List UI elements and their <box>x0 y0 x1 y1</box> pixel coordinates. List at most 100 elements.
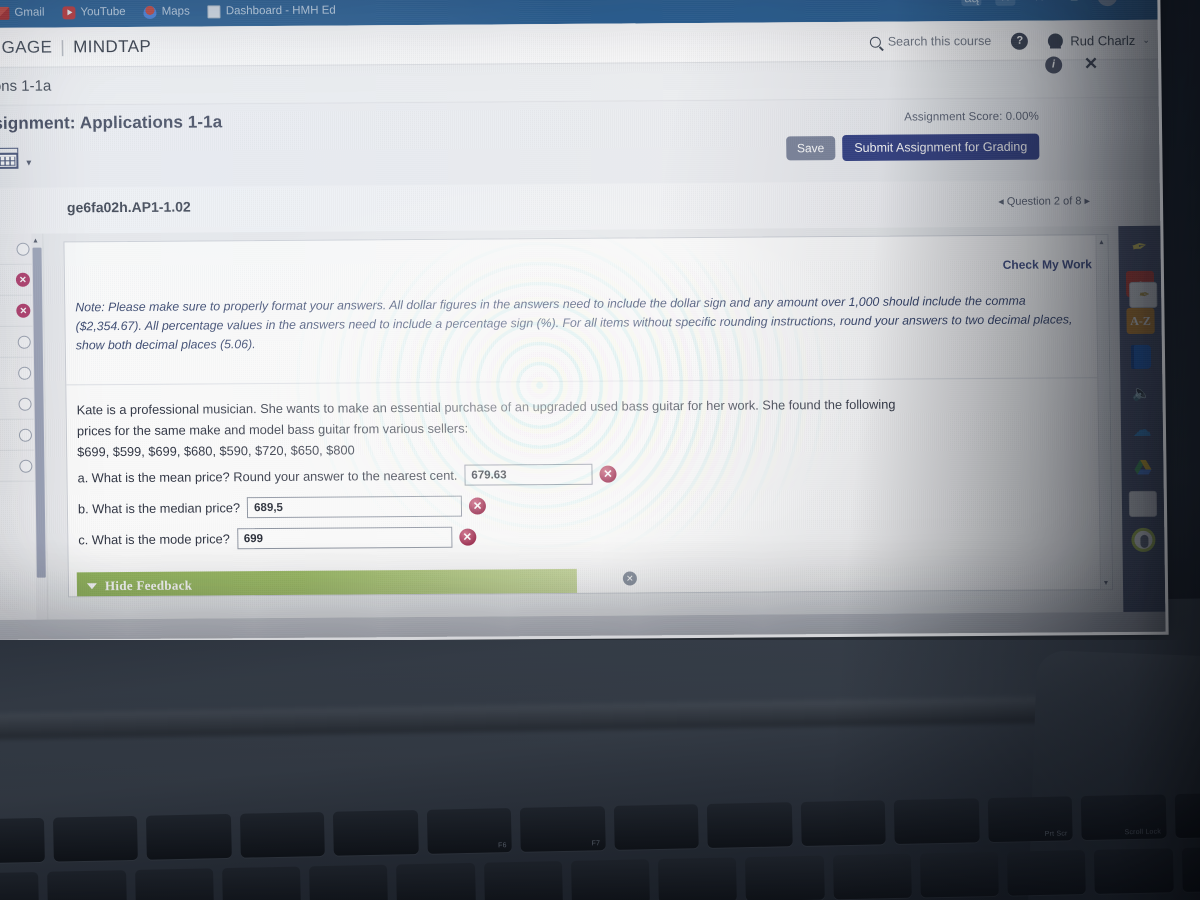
panel-controls: i ✕ <box>1044 54 1099 74</box>
hide-feedback-label: Hide Feedback <box>104 577 193 593</box>
answer-input[interactable]: 679.63 <box>464 463 593 486</box>
check-my-work-link[interactable]: Check My Work <box>1003 257 1092 272</box>
keyboard-key <box>221 866 302 900</box>
close-icon[interactable]: ✕ <box>622 571 637 586</box>
calculator-icon[interactable] <box>0 147 22 170</box>
user-name: Rud Charlz <box>1070 32 1136 48</box>
favorites-star-icon[interactable]: ☆ <box>995 0 1016 6</box>
answer-part-label: c. What is the mode price? <box>78 531 230 548</box>
search-icon <box>869 36 881 48</box>
bookmark-youtube[interactable]: YouTube <box>56 3 131 21</box>
keyboard-key <box>0 871 40 900</box>
keyboard-key <box>134 868 214 900</box>
more-options-icon[interactable]: ⋯ <box>1131 0 1151 4</box>
save-button[interactable]: Save <box>785 136 836 161</box>
tools-rail: ✒ ◔ A-Z ✒ 🔈 ☁ <box>1118 225 1166 613</box>
keyboard-key <box>1094 848 1174 894</box>
gmail-icon <box>0 6 10 20</box>
close-icon[interactable]: ✕ <box>1084 54 1099 74</box>
scroll-up-icon[interactable]: ▴ <box>1099 237 1103 246</box>
submit-assignment-button[interactable]: Submit Assignment for Grading <box>842 133 1040 161</box>
add-favorite-icon[interactable]: ☆ <box>1029 0 1049 5</box>
profile-avatar-icon[interactable] <box>1097 0 1118 7</box>
keyboard-key <box>332 810 419 856</box>
bookmark-dashboard[interactable]: Dashboard - HMH Ed <box>202 2 342 20</box>
collections-icon[interactable]: ⧉ <box>1063 0 1083 4</box>
info-icon[interactable]: i <box>1044 55 1063 74</box>
profile-circle-icon[interactable] <box>1131 527 1156 552</box>
keyboard-key <box>893 798 980 845</box>
question-card: · Check My Work Note: Please make sure t… <box>63 234 1114 598</box>
divider <box>66 377 1110 386</box>
answer-part: a. What is the mean price? Round your an… <box>77 460 1100 488</box>
incorrect-x-icon: ✕ <box>15 272 31 287</box>
keyboard-key: F7 <box>519 806 606 852</box>
answer-parts: a. What is the mean price? Round your an… <box>77 460 1101 560</box>
question-nav[interactable]: ◂ Question 2 of 8 ▸ <box>998 194 1090 208</box>
incorrect-x-icon: ✕ <box>469 497 487 515</box>
keyboard-key <box>658 857 738 900</box>
unanswered-circle-icon <box>17 335 31 349</box>
bookmark-label: YouTube <box>80 5 126 19</box>
bookmark-label: Gmail <box>14 6 45 19</box>
answer-part-label: b. What is the median price? <box>77 500 241 517</box>
chevron-down-icon: ⌄ <box>1142 34 1150 45</box>
brand-cengage: NGAGE <box>0 37 53 57</box>
document-icon <box>207 4 221 18</box>
onedrive-icon[interactable]: ☁ <box>1128 417 1156 443</box>
pencil-icon[interactable]: ✒ <box>1123 231 1156 262</box>
keyboard-key <box>832 853 912 900</box>
translate-icon[interactable]: aą <box>961 0 982 6</box>
cengage-mindtap-logo: NGAGE | MINDTAP <box>0 36 151 57</box>
search-placeholder: Search this course <box>887 33 992 49</box>
keyboard-key: Scroll Lock <box>1080 794 1167 841</box>
notes-icon[interactable] <box>1128 490 1158 517</box>
chevron-down-icon[interactable]: ▾ <box>26 158 31 169</box>
next-question-icon[interactable]: ▸ <box>1084 195 1090 207</box>
user-menu[interactable]: Rud Charlz ⌄ <box>1048 32 1150 49</box>
notepad-icon[interactable]: ✒ <box>1129 281 1158 308</box>
laptop-screen: ...o/index.html?deploymentId=60127023425… <box>0 0 1200 640</box>
question-area: 12✕3✕45678▴ ge6fa02h.AP1-1.02 ◂ Question… <box>0 195 1166 620</box>
scroll-up-icon[interactable]: ▴ <box>33 236 37 245</box>
keyboard-key <box>745 855 825 900</box>
bookmark-maps[interactable]: Maps <box>138 3 196 20</box>
answer-input[interactable]: 699 <box>236 526 452 550</box>
incorrect-x-icon: ✕ <box>599 465 617 483</box>
prev-question-icon[interactable]: ◂ <box>998 196 1004 208</box>
brand-mindtap: MINDTAP <box>72 36 152 56</box>
question-id: ge6fa02h.AP1-1.02 <box>66 198 191 216</box>
answer-input[interactable]: 689,5 <box>246 495 463 519</box>
dictionary-az-icon[interactable]: A-Z <box>1126 307 1155 335</box>
unanswered-circle-icon <box>18 428 33 442</box>
page-title: ssignment: Applications 1-1a <box>0 112 223 133</box>
help-icon[interactable]: ? <box>1011 32 1029 50</box>
bookmark-gmail[interactable]: Gmail <box>0 4 51 21</box>
book-icon[interactable] <box>1130 344 1152 369</box>
collapse-triangle-icon <box>86 582 97 589</box>
keyboard-key <box>613 804 699 850</box>
question-stem: Kate is a professional musician. She wan… <box>77 393 1097 463</box>
avatar <box>1048 32 1064 49</box>
keyboard-key <box>145 813 232 860</box>
search-course-input[interactable]: Search this course <box>869 33 992 49</box>
feedback-body <box>77 595 578 598</box>
app-header: NGAGE | MINDTAP Search this course ? Rud C… <box>0 19 1159 68</box>
scroll-down-icon[interactable]: ▾ <box>1104 578 1108 587</box>
keyboard-key <box>800 800 886 846</box>
hide-feedback-bar[interactable]: Hide Feedback ✕ <box>76 568 637 598</box>
laptop-photo: F6F7 Prt ScrScroll Lock Num ...o/index.htm… <box>0 0 1200 900</box>
question-list-sidebar: 12✕3✕45678▴ <box>0 233 49 620</box>
answer-part: c. What is the mode price? 699 ✕ <box>78 522 1101 550</box>
keyboard-key <box>1007 850 1087 896</box>
bookmark-label: Maps <box>161 5 190 18</box>
speaker-icon[interactable]: 🔈 <box>1127 380 1155 406</box>
keyboard-key <box>919 851 1000 898</box>
unanswered-circle-icon <box>18 366 32 380</box>
course-title: tions 1-1a <box>0 77 52 95</box>
google-drive-glyph <box>1134 459 1152 475</box>
incorrect-x-icon: ✕ <box>458 528 476 546</box>
keyboard-key <box>47 870 127 900</box>
google-drive-icon[interactable] <box>1128 454 1156 480</box>
keyboard-key <box>396 862 476 900</box>
